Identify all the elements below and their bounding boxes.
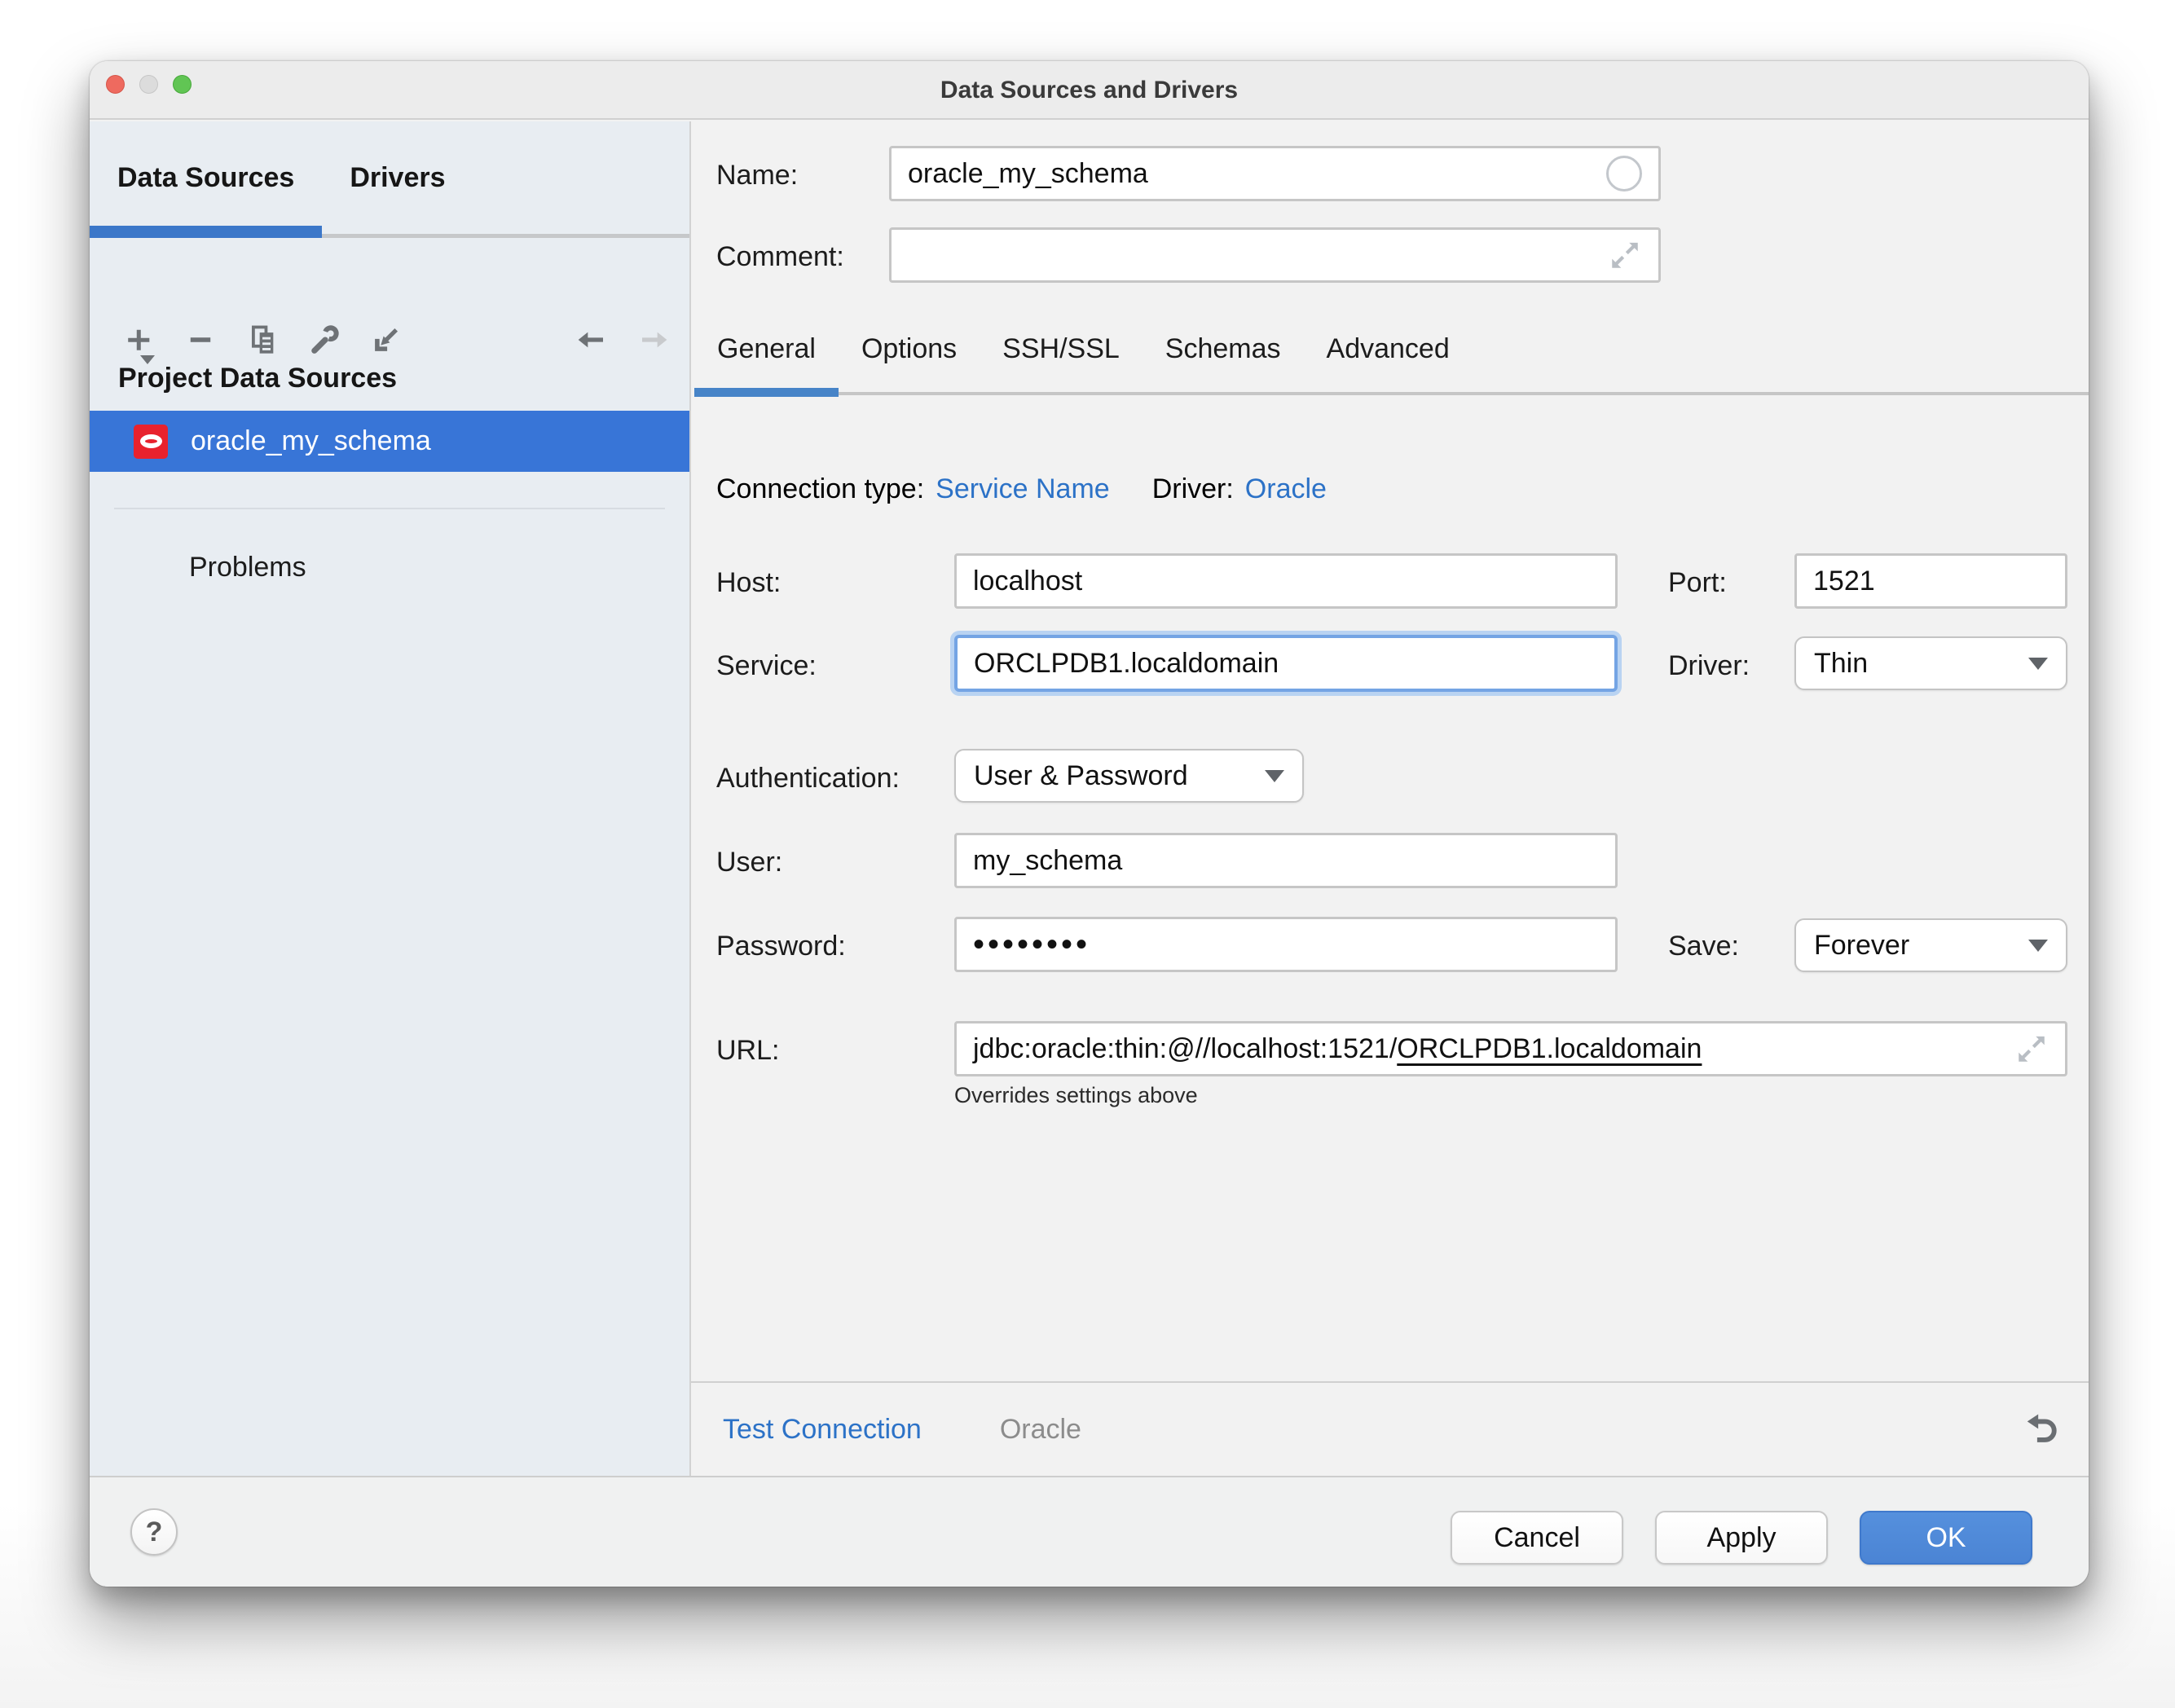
section-title-project-data-sources: Project Data Sources — [118, 363, 397, 394]
wrench-icon[interactable] — [293, 310, 355, 369]
forward-arrow-icon[interactable] — [623, 310, 685, 369]
driver-mode-label: Driver: — [1668, 650, 1750, 682]
remove-icon[interactable] — [170, 310, 231, 369]
service-input[interactable]: ORCLPDB1.localdomain — [954, 635, 1618, 692]
comment-input[interactable] — [889, 227, 1661, 283]
url-label: URL: — [716, 1035, 779, 1067]
data-sources-dialog: Data Sources and Drivers Data Sources Dr… — [90, 61, 2089, 1587]
service-value: ORCLPDB1.localdomain — [974, 648, 1279, 680]
screen: Data Sources and Drivers Data Sources Dr… — [0, 0, 2175, 1708]
cancel-button[interactable]: Cancel — [1451, 1511, 1623, 1565]
authentication-dropdown[interactable]: User & Password — [954, 749, 1304, 803]
connection-settings-panel: Name: oracle_my_schema Comment: /* corre… — [691, 121, 2089, 1476]
back-arrow-icon[interactable] — [561, 310, 623, 369]
sidebar-tab-strip: Data Sources Drivers — [90, 121, 689, 238]
tab-ssh-ssl[interactable]: SSH/SSL — [980, 306, 1143, 392]
connection-type-row: Connection type: Service Name Driver: Or… — [716, 473, 1327, 505]
driver-dropdown-value: Thin — [1814, 648, 1868, 680]
host-label: Host: — [716, 567, 781, 599]
port-input[interactable]: 1521 — [1794, 553, 2067, 609]
url-value: jdbc:oracle:thin:@//localhost:1521/ORCLP… — [973, 1033, 1702, 1065]
test-connection-link[interactable]: Test Connection — [723, 1414, 922, 1446]
window-title: Data Sources and Drivers — [90, 61, 2089, 120]
tab-options[interactable]: Options — [839, 306, 980, 392]
port-label: Port: — [1668, 567, 1727, 599]
tab-advanced[interactable]: Advanced — [1304, 306, 1473, 392]
connection-footer: Test Connection Oracle — [691, 1381, 2089, 1476]
sidebar-toolbar — [108, 310, 417, 369]
password-value: •••••••• — [973, 927, 1090, 963]
user-value: my_schema — [973, 845, 1122, 877]
sidebar-separator — [114, 508, 665, 509]
user-label: User: — [716, 847, 782, 878]
settings-tab-strip: General Options SSH/SSL Schemas Advanced — [694, 306, 2089, 395]
password-label: Password: — [716, 931, 846, 962]
data-source-name: oracle_my_schema — [191, 425, 431, 457]
port-value: 1521 — [1813, 566, 1875, 597]
expand-icon[interactable] — [2014, 1032, 2049, 1066]
authentication-label: Authentication: — [716, 763, 900, 795]
dialog-button-bar: ? Cancel Apply OK — [90, 1476, 2089, 1587]
tab-drivers[interactable]: Drivers — [322, 121, 473, 234]
chevron-down-icon — [2028, 940, 2048, 952]
help-button[interactable]: ? — [130, 1508, 178, 1556]
empty-progress-circle-icon — [1606, 156, 1642, 191]
save-value: Forever — [1814, 930, 1909, 962]
ok-button[interactable]: OK — [1860, 1511, 2032, 1565]
import-icon[interactable] — [355, 310, 417, 369]
tab-data-sources[interactable]: Data Sources — [90, 121, 322, 234]
url-note: Overrides settings above — [954, 1083, 1198, 1108]
sidebar: Data Sources Drivers — [90, 121, 689, 1476]
driver-link[interactable]: Oracle — [1245, 473, 1327, 505]
history-nav — [561, 310, 685, 369]
expand-icon[interactable] — [1608, 238, 1642, 272]
question-mark-icon: ? — [146, 1517, 163, 1548]
password-input[interactable]: •••••••• — [954, 917, 1618, 972]
save-label: Save: — [1668, 931, 1739, 962]
name-input[interactable]: oracle_my_schema — [889, 146, 1661, 201]
apply-button[interactable]: Apply — [1655, 1511, 1828, 1565]
tab-general[interactable]: General — [694, 306, 839, 392]
footer-driver-name: Oracle — [1000, 1414, 1081, 1446]
add-icon[interactable] — [108, 310, 170, 369]
host-input[interactable]: localhost — [954, 553, 1618, 609]
authentication-value: User & Password — [974, 760, 1188, 792]
problems-item[interactable]: Problems — [189, 552, 306, 583]
duplicate-icon[interactable] — [231, 310, 293, 369]
undo-icon[interactable] — [2019, 1406, 2064, 1452]
connection-type-label: Connection type: — [716, 473, 924, 505]
titlebar: Data Sources and Drivers — [90, 61, 2089, 120]
name-label: Name: — [716, 160, 798, 191]
comment-label: Comment: — [716, 241, 844, 273]
driver-dropdown[interactable]: Thin — [1794, 636, 2067, 690]
list-item-oracle-my-schema[interactable]: oracle_my_schema — [90, 411, 689, 472]
service-label: Service: — [716, 650, 817, 682]
chevron-down-icon — [1265, 770, 1284, 782]
url-input[interactable]: jdbc:oracle:thin:@//localhost:1521/ORCLP… — [954, 1021, 2067, 1076]
name-value: oracle_my_schema — [908, 158, 1148, 190]
connection-type-link[interactable]: Service Name — [936, 473, 1110, 505]
driver-label: Driver: — [1152, 473, 1234, 505]
save-dropdown[interactable]: Forever — [1794, 918, 2067, 972]
tab-schemas[interactable]: Schemas — [1143, 306, 1304, 392]
host-value: localhost — [973, 566, 1082, 597]
chevron-down-icon — [2028, 658, 2048, 670]
user-input[interactable]: my_schema — [954, 833, 1618, 888]
oracle-icon — [134, 425, 168, 459]
